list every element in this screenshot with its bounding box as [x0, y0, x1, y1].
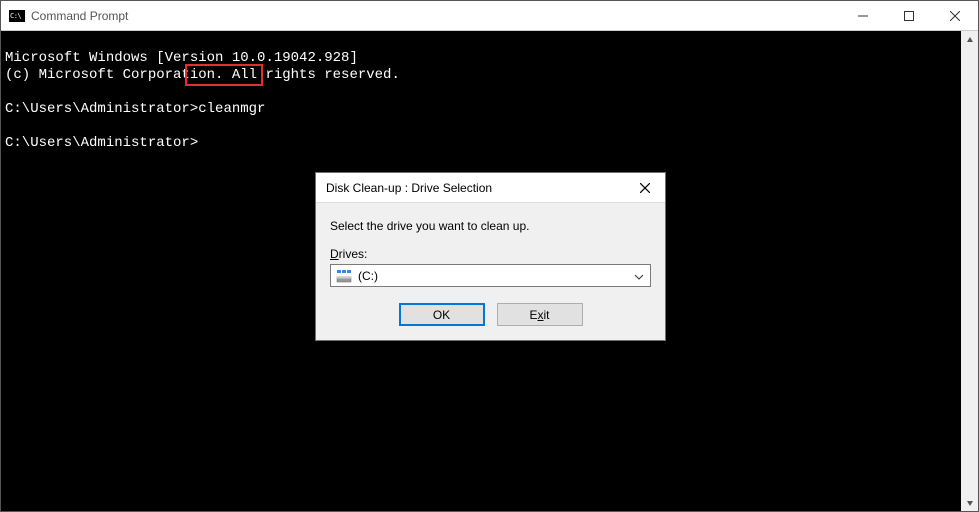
drive-icon: [336, 268, 352, 284]
dialog-body: Select the drive you want to clean up. D…: [316, 203, 665, 340]
maximize-button[interactable]: [886, 1, 932, 30]
drives-label: Drives:: [330, 247, 651, 261]
window-titlebar: C:\ Command Prompt: [1, 1, 978, 31]
window-title: Command Prompt: [31, 9, 840, 23]
cmd-icon: C:\: [9, 10, 25, 22]
dialog-button-row: OK Exit: [330, 303, 651, 326]
dialog-close-button[interactable]: [625, 173, 665, 202]
scroll-up-icon[interactable]: [961, 31, 978, 48]
drives-dropdown[interactable]: (C:): [330, 264, 651, 287]
scroll-down-icon[interactable]: [961, 494, 978, 511]
dialog-instruction: Select the drive you want to clean up.: [330, 219, 651, 233]
dialog-title: Disk Clean-up : Drive Selection: [326, 181, 625, 195]
exit-button[interactable]: Exit: [497, 303, 583, 326]
selected-drive-text: (C:): [358, 269, 378, 283]
close-button[interactable]: [932, 1, 978, 30]
terminal-prompt: C:\Users\Administrator>: [5, 135, 198, 151]
terminal-line: (c) Microsoft Corporation. All rights re…: [5, 67, 400, 83]
vertical-scrollbar[interactable]: [961, 31, 978, 511]
chevron-down-icon: [634, 269, 644, 283]
terminal-line: Microsoft Windows [Version 10.0.19042.92…: [5, 50, 358, 66]
ok-button[interactable]: OK: [399, 303, 485, 326]
minimize-button[interactable]: [840, 1, 886, 30]
window-controls: [840, 1, 978, 30]
drive-selection-dialog: Disk Clean-up : Drive Selection Select t…: [315, 172, 666, 341]
terminal-prompt: C:\Users\Administrator>cleanmgr: [5, 101, 265, 117]
dialog-titlebar[interactable]: Disk Clean-up : Drive Selection: [316, 173, 665, 203]
